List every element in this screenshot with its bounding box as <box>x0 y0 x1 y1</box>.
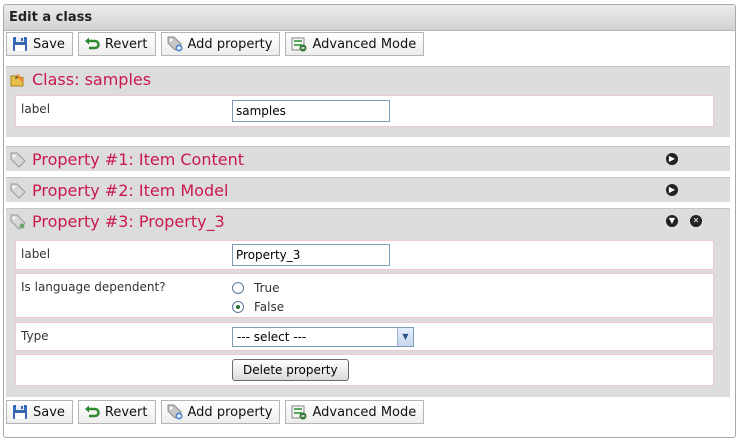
language-dependent-row: Is language dependent? True False <box>15 273 714 318</box>
revert-button[interactable]: Revert <box>77 32 156 56</box>
tag-add-icon <box>167 404 183 420</box>
advanced-mode-button[interactable]: Advanced Mode <box>285 400 425 424</box>
revert-label: Revert <box>104 404 148 420</box>
radio-true[interactable]: True <box>232 281 280 295</box>
property-3-title: Property #3: Property_3 <box>32 212 225 231</box>
radio-true-label: True <box>254 281 280 295</box>
delete-property-button[interactable]: Delete property <box>232 359 349 381</box>
radio-false[interactable]: False <box>232 300 284 314</box>
class-section: Class: samples label <box>6 66 730 137</box>
type-row: Type --- select --- ▼ <box>15 322 714 351</box>
chevron-down-icon[interactable]: ▼ <box>397 328 413 346</box>
property-label-row: label <box>15 240 714 270</box>
edit-folder-icon <box>10 72 26 88</box>
tag-icon <box>10 214 26 230</box>
add-property-label: Add property <box>187 36 273 52</box>
type-select-value: --- select --- <box>237 330 307 344</box>
floppy-disk-icon <box>12 36 28 52</box>
tag-icon <box>10 183 26 199</box>
advanced-mode-label: Advanced Mode <box>312 404 417 420</box>
add-property-label: Add property <box>187 404 273 420</box>
property-2-title: Property #2: Item Model <box>32 181 229 200</box>
revert-button[interactable]: Revert <box>77 400 156 424</box>
save-button[interactable]: Save <box>6 32 73 56</box>
language-dependent-text: Is language dependent? <box>21 280 166 294</box>
property-label-text: label <box>21 247 51 261</box>
property-label-input[interactable] <box>232 244 390 266</box>
advanced-mode-button[interactable]: Advanced Mode <box>285 32 425 56</box>
add-property-button[interactable]: Add property <box>160 32 281 56</box>
tag-icon <box>10 152 26 168</box>
property-1-section: Property #1: Item Content ▶ <box>6 146 730 171</box>
revert-arrow-icon <box>84 404 100 420</box>
revert-label: Revert <box>104 36 148 52</box>
property-1-title: Property #1: Item Content <box>32 150 244 169</box>
advanced-settings-icon <box>291 36 307 52</box>
property-1-header[interactable]: Property #1: Item Content <box>6 147 730 172</box>
collapse-arrow-icon[interactable]: ▼ <box>666 215 678 227</box>
bottom-toolbar: Save Revert Add property Advanced Mode <box>6 400 425 424</box>
class-label-text: label <box>21 102 51 116</box>
advanced-settings-icon <box>291 404 307 420</box>
property-3-section: Property #3: Property_3 ▼ ✕ label Is lan… <box>6 208 730 397</box>
class-label-row: label <box>15 95 714 127</box>
property-2-header[interactable]: Property #2: Item Model <box>6 178 730 203</box>
save-label: Save <box>33 404 65 420</box>
type-select[interactable]: --- select --- ▼ <box>232 327 414 347</box>
property-3-header[interactable]: Property #3: Property_3 <box>6 209 730 234</box>
revert-arrow-icon <box>84 36 100 52</box>
add-property-button[interactable]: Add property <box>160 400 281 424</box>
class-title: Class: samples <box>32 70 152 89</box>
save-button[interactable]: Save <box>6 400 73 424</box>
property-2-section: Property #2: Item Model ▶ <box>6 177 730 202</box>
save-label: Save <box>33 36 65 52</box>
panel-title: Edit a class <box>4 5 735 31</box>
class-label-input[interactable] <box>232 100 390 122</box>
expand-arrow-icon[interactable]: ▶ <box>666 153 678 165</box>
radio-false-dot[interactable] <box>232 301 244 313</box>
type-text: Type <box>21 329 49 343</box>
close-icon[interactable]: ✕ <box>690 215 702 227</box>
class-section-header[interactable]: Class: samples <box>6 67 730 92</box>
expand-arrow-icon[interactable]: ▶ <box>666 184 678 196</box>
radio-false-label: False <box>254 300 285 314</box>
advanced-mode-label: Advanced Mode <box>312 36 417 52</box>
delete-row: Delete property <box>15 354 714 386</box>
radio-true-dot[interactable] <box>232 282 244 294</box>
tag-add-icon <box>167 36 183 52</box>
floppy-disk-icon <box>12 404 28 420</box>
top-toolbar: Save Revert Add property Advanced Mode <box>6 32 425 56</box>
